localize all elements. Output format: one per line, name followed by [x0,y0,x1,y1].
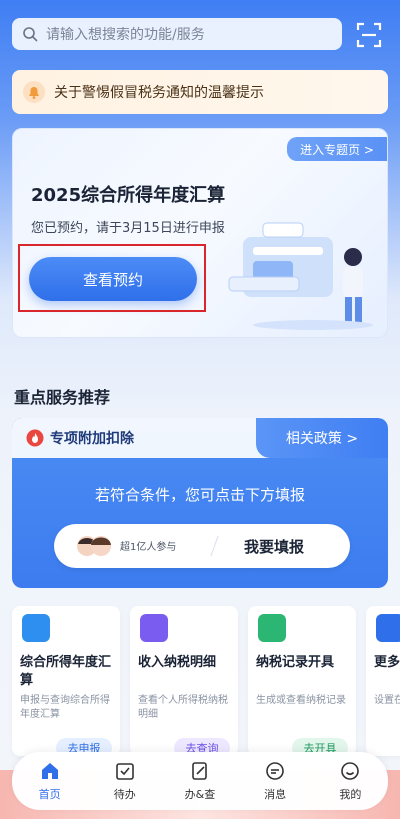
service-income-details[interactable]: 收入纳税明细 查看个人所得税纳税明细 去查询 [130,606,238,758]
service-title: 收入纳税明细 [138,655,217,670]
nav-label: 我的 [339,788,362,801]
section-title: 重点服务推荐 [14,388,111,407]
service-desc: 生成或查看纳税记录 [256,695,346,706]
nav-todo[interactable]: 待办 [93,760,157,802]
service-desc: 查看个人所得税纳税明细 [138,695,228,720]
receipt-icon [140,614,168,642]
highlight-box [18,244,206,312]
nav-label: 首页 [38,788,61,801]
person-illustration [228,222,373,330]
bottom-nav: 首页 待办 办&查 消息 我的 [12,752,388,810]
annual-subtitle: 您已预约，请于3月15日进行申报 [31,221,225,236]
home-icon [41,763,58,779]
search-bar[interactable]: 请输入想搜索的功能/服务 [12,18,342,50]
related-policy-link[interactable]: 相关政策 > [256,418,388,458]
search-icon [23,27,38,42]
service-title: 综合所得年度汇算 [20,655,112,688]
fill-report-label: 我要填报 [244,538,305,556]
flame-icon [26,429,44,447]
annual-title: 2025综合所得年度汇算 [31,185,226,206]
nav-label: 消息 [264,788,287,801]
participants-count: 超1亿人参与 [120,542,177,553]
nav-label: 办&查 [184,788,216,801]
document-edit-icon [192,762,207,780]
service-desc: 设置在常用功 [374,695,400,706]
nav-home[interactable]: 首页 [18,760,82,802]
special-deduction-card: 专项附加扣除 相关政策 > 若符合条件，您可点击下方填报 超1亿人参与 我要填报 [12,418,388,588]
service-list: 综合所得年度汇算 申报与查询综合所得年度汇算 去申报 收入纳税明细 查看个人所得… [12,606,400,766]
nav-label: 待办 [113,788,136,801]
notice-banner[interactable]: 关于警惕假冒税务通知的温馨提示 [12,70,388,114]
scan-icon[interactable] [356,22,382,48]
message-icon [266,762,284,780]
bell-icon [23,81,45,103]
deduction-label-text: 专项附加扣除 [50,431,134,447]
service-title: 更多功 [374,655,400,670]
calendar-check-icon [115,763,134,780]
service-annual-settlement[interactable]: 综合所得年度汇算 申报与查询综合所得年度汇算 去申报 [12,606,120,758]
avatars-icon [77,536,111,556]
service-more[interactable]: 更多功 设置在常用功 [366,606,400,756]
deduction-label: 专项附加扣除 [26,428,134,448]
service-tax-record[interactable]: 纳税记录开具 生成或查看纳税记录 去开具 [248,606,356,758]
record-icon [258,614,286,642]
profile-icon [341,762,360,780]
notice-text: 关于警惕假冒税务通知的温馨提示 [54,85,264,101]
nav-profile[interactable]: 我的 [318,760,382,802]
search-placeholder: 请输入想搜索的功能/服务 [46,27,205,43]
wallet-icon [22,614,50,642]
nav-handle-check[interactable]: 办&查 [168,760,232,802]
deduction-message: 若符合条件，您可点击下方填报 [94,486,305,504]
grid-icon [376,614,400,642]
pill-divider [210,536,219,556]
fill-report-button[interactable]: 超1亿人参与 我要填报 [54,524,350,568]
service-title: 纳税记录开具 [256,655,335,670]
nav-messages[interactable]: 消息 [243,760,307,802]
topic-page-link[interactable]: 进入专题页 > [287,137,387,161]
service-desc: 申报与查询综合所得年度汇算 [20,695,110,720]
